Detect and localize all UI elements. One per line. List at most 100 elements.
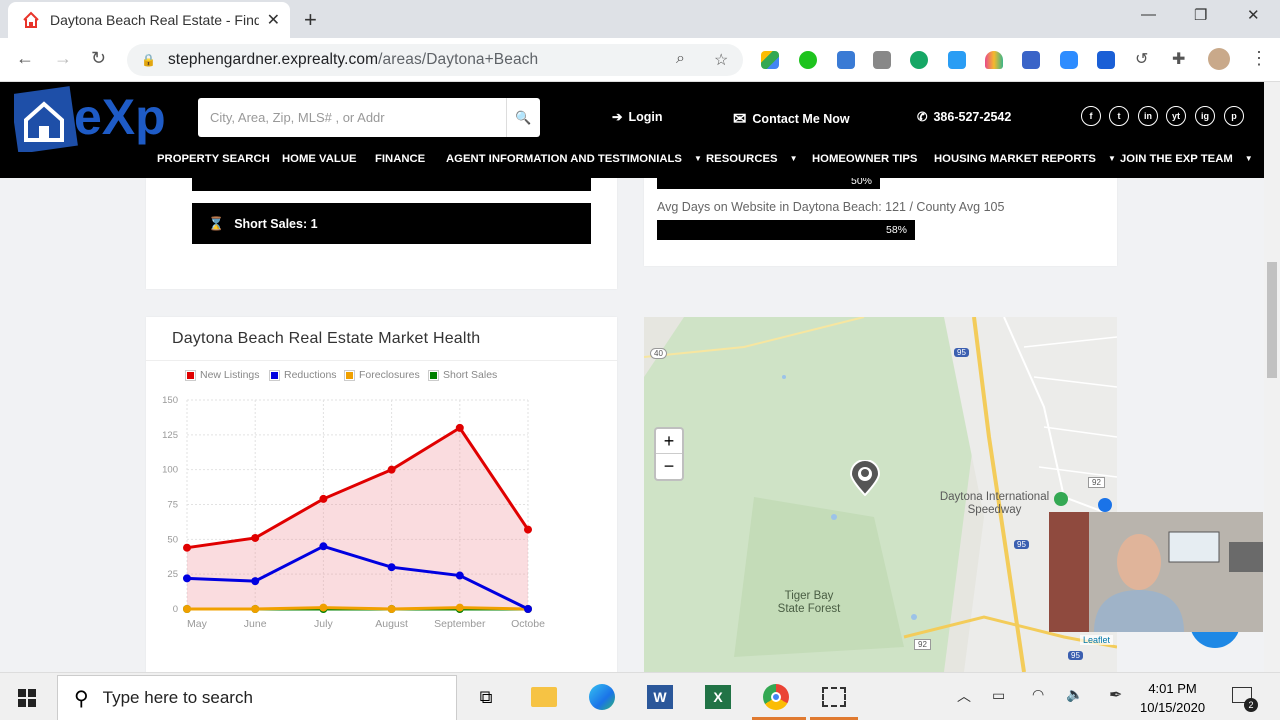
login-link[interactable]: ➔ Login bbox=[612, 109, 663, 125]
pinterest-icon[interactable]: p bbox=[1224, 106, 1244, 126]
green-extension-icon[interactable] bbox=[799, 51, 817, 69]
map-attribution[interactable]: Leaflet bbox=[1080, 635, 1114, 645]
instagram-icon[interactable]: ig bbox=[1195, 106, 1215, 126]
youtube-icon[interactable]: yt bbox=[1166, 106, 1186, 126]
file-explorer-icon[interactable] bbox=[527, 681, 561, 713]
volume-icon[interactable]: 🔈 bbox=[1066, 686, 1083, 703]
exp-logo[interactable]: eXp bbox=[14, 86, 186, 152]
map-label-speedway: Daytona International Speedway bbox=[939, 491, 1050, 516]
screenshot-extension-icon[interactable] bbox=[948, 51, 966, 69]
market-health-chart: 0 25 50 75 100 125 150 May June July August Septemb… bbox=[162, 395, 545, 630]
refresh-extension-icon[interactable]: ↺ bbox=[1135, 49, 1148, 69]
y-tick-label: 100 bbox=[162, 465, 178, 476]
window-close-icon[interactable]: ✕ bbox=[1247, 6, 1260, 24]
zoom-out-button[interactable]: − bbox=[656, 454, 682, 479]
road-shield: 95 bbox=[1068, 651, 1083, 660]
clock-time: 4:01 PM bbox=[1148, 681, 1197, 696]
menu-housing-market-reports[interactable]: HOUSING MARKET REPORTS ▼ bbox=[934, 153, 1116, 165]
browser-toolbar: ← → ↻ 🔒 stephengardner.exprealty.com/are… bbox=[0, 38, 1280, 82]
profile-avatar[interactable] bbox=[1208, 48, 1230, 70]
drive-extension-icon[interactable] bbox=[761, 51, 779, 69]
menu-agent-information[interactable]: AGENT INFORMATION AND TESTIMONIALS ▼ bbox=[446, 153, 702, 165]
gray-drive-extension-icon[interactable] bbox=[873, 51, 891, 69]
previous-percent-label: 50% bbox=[850, 178, 872, 187]
zoom-in-button[interactable]: + bbox=[656, 429, 682, 454]
site-search-input[interactable] bbox=[210, 110, 494, 125]
phone-label: 386-527-2542 bbox=[933, 109, 1012, 124]
menu-label: FINANCE bbox=[375, 153, 426, 165]
stat-bar-previous bbox=[192, 178, 591, 191]
series-line bbox=[187, 606, 529, 611]
avg-days-percent-bar: 58% bbox=[657, 220, 915, 240]
y-tick-label: 50 bbox=[167, 534, 178, 545]
market-health-card: Daytona Beach Real Estate Market Health … bbox=[146, 317, 617, 672]
taskbar-search[interactable]: ⚲ Type here to search bbox=[57, 675, 457, 720]
site-search-field[interactable] bbox=[198, 98, 506, 137]
new-tab-icon[interactable]: + bbox=[304, 7, 317, 33]
menu-label: HOMEOWNER TIPS bbox=[812, 153, 918, 165]
battery-icon[interactable]: ▭ bbox=[992, 687, 1005, 704]
short-sales-bar: ⌛ Short Sales: 1 bbox=[192, 203, 591, 244]
wifi-icon[interactable]: ◠ bbox=[1032, 686, 1044, 703]
scrollbar-thumb[interactable] bbox=[1267, 262, 1277, 378]
zoom-extension-icon[interactable] bbox=[1060, 51, 1078, 69]
reload-icon[interactable]: ↻ bbox=[91, 48, 106, 69]
caret-down-icon: ▼ bbox=[789, 154, 798, 163]
road-shield: 40 bbox=[650, 348, 667, 359]
chrome-icon[interactable] bbox=[759, 681, 793, 713]
avg-days-percent-label: 58% bbox=[885, 224, 907, 236]
windows-start-icon[interactable] bbox=[18, 689, 36, 707]
address-bar[interactable]: 🔒 stephengardner.exprealty.com/areas/Day… bbox=[127, 44, 743, 76]
minimize-icon[interactable]: — bbox=[1141, 6, 1156, 23]
heart-extension-icon[interactable] bbox=[985, 51, 1003, 69]
task-view-icon[interactable]: ⧉ bbox=[469, 681, 503, 713]
location-pin-icon[interactable] bbox=[849, 460, 881, 496]
forward-icon[interactable]: → bbox=[54, 48, 72, 69]
site-search-button[interactable]: 🔍 bbox=[506, 98, 540, 137]
system-clock[interactable]: 4:01 PM 10/15/2020 bbox=[1140, 679, 1205, 717]
logo-text: eXp bbox=[74, 89, 166, 145]
twitter-icon[interactable]: t bbox=[1109, 106, 1129, 126]
data-point bbox=[455, 423, 464, 432]
word-icon[interactable]: W bbox=[643, 681, 677, 713]
map-label-tiger-bay: Tiger Bay State Forest bbox=[777, 590, 841, 615]
data-point bbox=[455, 603, 464, 612]
grammarly-extension-icon[interactable] bbox=[910, 51, 928, 69]
menu-home-value[interactable]: HOME VALUE bbox=[282, 153, 356, 165]
url-path: /areas/Daytona+Beach bbox=[378, 51, 539, 68]
edge-icon[interactable] bbox=[585, 681, 619, 713]
zoom-lens-icon[interactable]: ⌕ bbox=[676, 50, 685, 68]
menu-label: AGENT INFORMATION AND TESTIMONIALS bbox=[446, 153, 682, 165]
browser-tab[interactable]: Daytona Beach Real Estate - Find ✕ bbox=[8, 2, 290, 38]
back-icon[interactable]: ← bbox=[16, 48, 34, 69]
extensions-puzzle-icon[interactable]: ✚ bbox=[1172, 49, 1185, 69]
linkedin-icon[interactable]: in bbox=[1138, 106, 1158, 126]
phone-icon: ✆ bbox=[917, 110, 928, 124]
bookmark-extension-icon[interactable] bbox=[1097, 51, 1115, 69]
menu-join-exp-team[interactable]: JOIN THE EXP TEAM ▼ bbox=[1120, 153, 1253, 165]
data-point bbox=[524, 525, 532, 534]
snip-tool-icon[interactable] bbox=[817, 681, 851, 713]
data-point bbox=[319, 542, 328, 551]
pen-icon[interactable]: ✒ bbox=[1109, 685, 1122, 705]
menu-property-search[interactable]: PROPERTY SEARCH bbox=[157, 153, 270, 165]
bookmark-star-icon[interactable]: ☆ bbox=[714, 50, 728, 70]
tab-close-icon[interactable]: ✕ bbox=[267, 10, 280, 30]
phone-link[interactable]: ✆ 386-527-2542 bbox=[917, 109, 1012, 125]
excel-icon[interactable]: X bbox=[701, 681, 735, 713]
page-scrollbar[interactable] bbox=[1264, 82, 1280, 672]
data-point bbox=[387, 563, 396, 572]
restore-icon[interactable]: ❐ bbox=[1194, 6, 1207, 24]
chrome-menu-icon[interactable]: ⋮ bbox=[1250, 48, 1268, 69]
menu-finance[interactable]: FINANCE bbox=[375, 153, 425, 165]
blue-extension-icon[interactable] bbox=[837, 51, 855, 69]
facebook-icon[interactable]: f bbox=[1081, 106, 1101, 126]
tray-chevron-up-icon[interactable]: ︿ bbox=[957, 686, 971, 706]
code-extension-icon[interactable] bbox=[1022, 51, 1040, 69]
menu-label: JOIN THE EXP TEAM bbox=[1120, 153, 1233, 165]
menu-homeowner-tips[interactable]: HOMEOWNER TIPS bbox=[812, 153, 917, 165]
lock-icon[interactable]: 🔒 bbox=[141, 53, 156, 67]
contact-link[interactable]: ✉ Contact Me Now bbox=[733, 109, 850, 129]
area-map[interactable]: + − Daytona International Speedway Tiger… bbox=[644, 317, 1117, 672]
menu-resources[interactable]: RESOURCES ▼ bbox=[706, 153, 797, 165]
